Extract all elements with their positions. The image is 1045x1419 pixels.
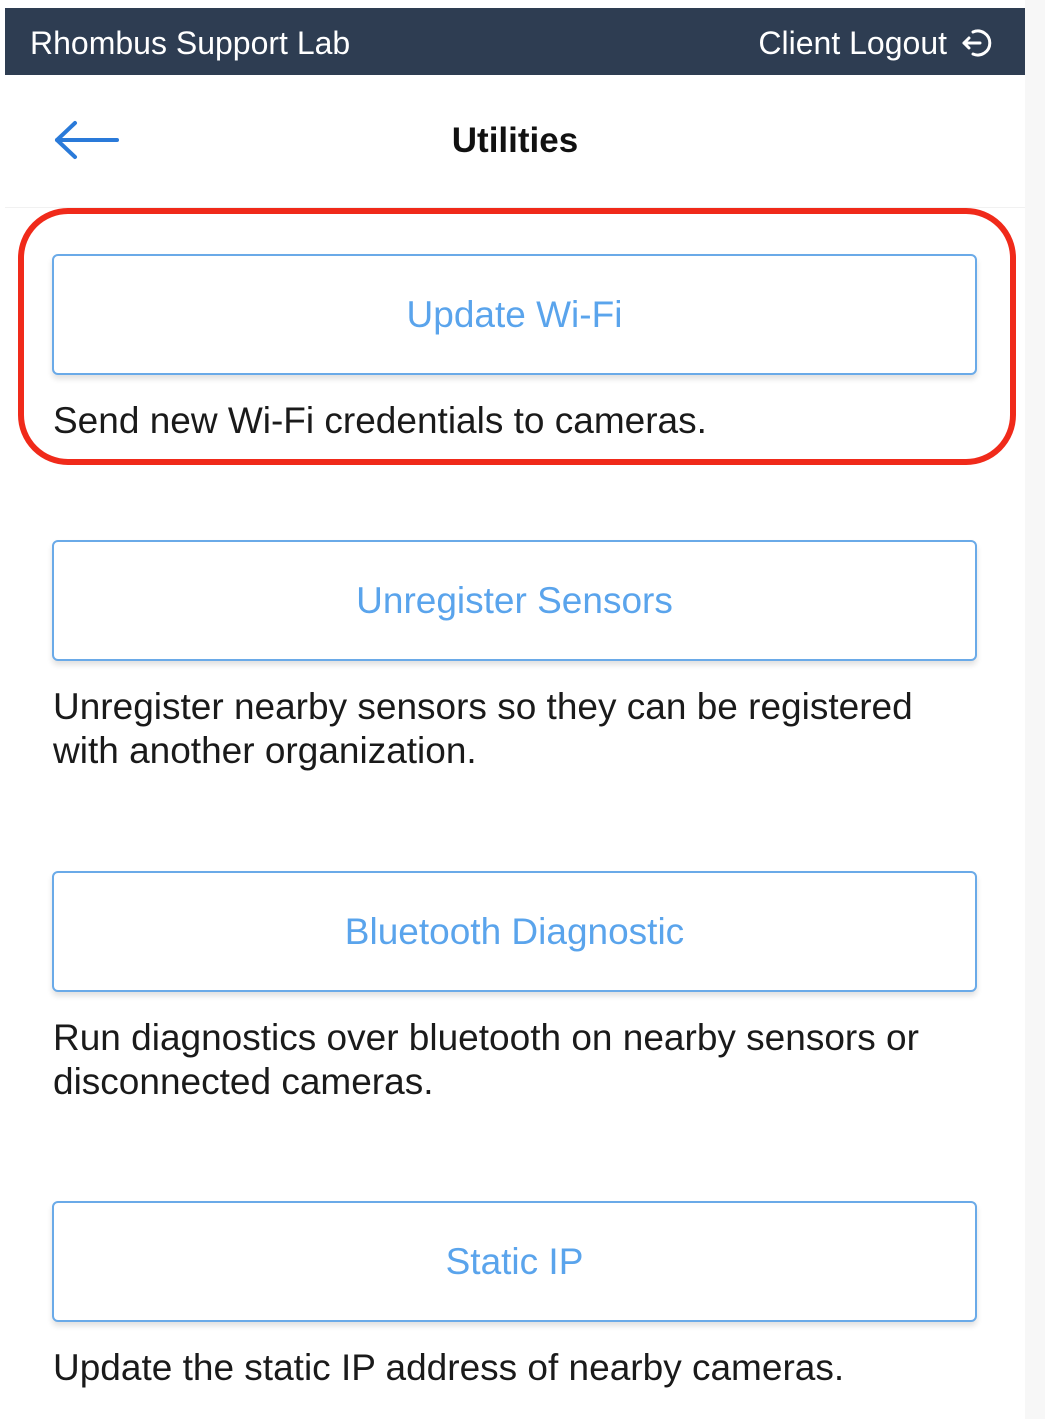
bluetooth-diagnostic-button[interactable]: Bluetooth Diagnostic bbox=[52, 871, 977, 992]
page-header: Utilities bbox=[5, 75, 1025, 208]
screen: Rhombus Support Lab Client Logout Utilit… bbox=[0, 0, 1045, 1419]
top-bar: Rhombus Support Lab Client Logout bbox=[5, 8, 1025, 75]
logout-icon bbox=[959, 25, 995, 61]
client-logout-button[interactable]: Client Logout bbox=[758, 25, 995, 61]
top-gutter bbox=[0, 0, 1045, 8]
unregister-sensors-description: Unregister nearby sensors so they can be… bbox=[53, 686, 913, 771]
bluetooth-diagnostic-description: Run diagnostics over bluetooth on nearby… bbox=[53, 1017, 919, 1102]
update-wifi-button[interactable]: Update Wi-Fi bbox=[52, 254, 977, 375]
update-wifi-description: Send new Wi-Fi credentials to cameras. bbox=[53, 400, 707, 441]
app-title: Rhombus Support Lab bbox=[30, 25, 351, 61]
unregister-sensors-button[interactable]: Unregister Sensors bbox=[52, 540, 977, 661]
static-ip-button[interactable]: Static IP bbox=[52, 1201, 977, 1322]
static-ip-description: Update the static IP address of nearby c… bbox=[53, 1347, 845, 1388]
right-gutter bbox=[1025, 0, 1045, 1419]
page-title: Utilities bbox=[451, 121, 579, 160]
client-logout-label: Client Logout bbox=[758, 25, 947, 61]
